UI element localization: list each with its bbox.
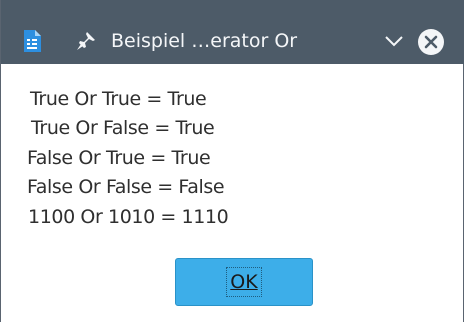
message-line: True Or True = True [30,88,207,110]
message-line: 1100 Or 1010 = 1110 [28,206,229,228]
ok-button-label: OK [230,271,258,293]
dialog-window: Beispiel …erator Or True Or True = True … [0,0,464,322]
document-app-icon[interactable] [23,30,41,52]
close-icon[interactable] [417,28,445,56]
message-line: True Or False = True [31,117,215,139]
ok-button[interactable]: OK [175,258,313,306]
dialog-content: True Or True = True True Or False = True… [1,64,463,322]
message-line: False Or False = False [27,176,225,198]
title-bar[interactable]: Beispiel …erator Or [1,0,464,64]
window-title: Beispiel …erator Or [111,30,298,52]
pin-icon[interactable] [76,31,96,51]
chevron-down-icon[interactable] [384,33,404,49]
message-line: False Or True = True [27,147,211,169]
